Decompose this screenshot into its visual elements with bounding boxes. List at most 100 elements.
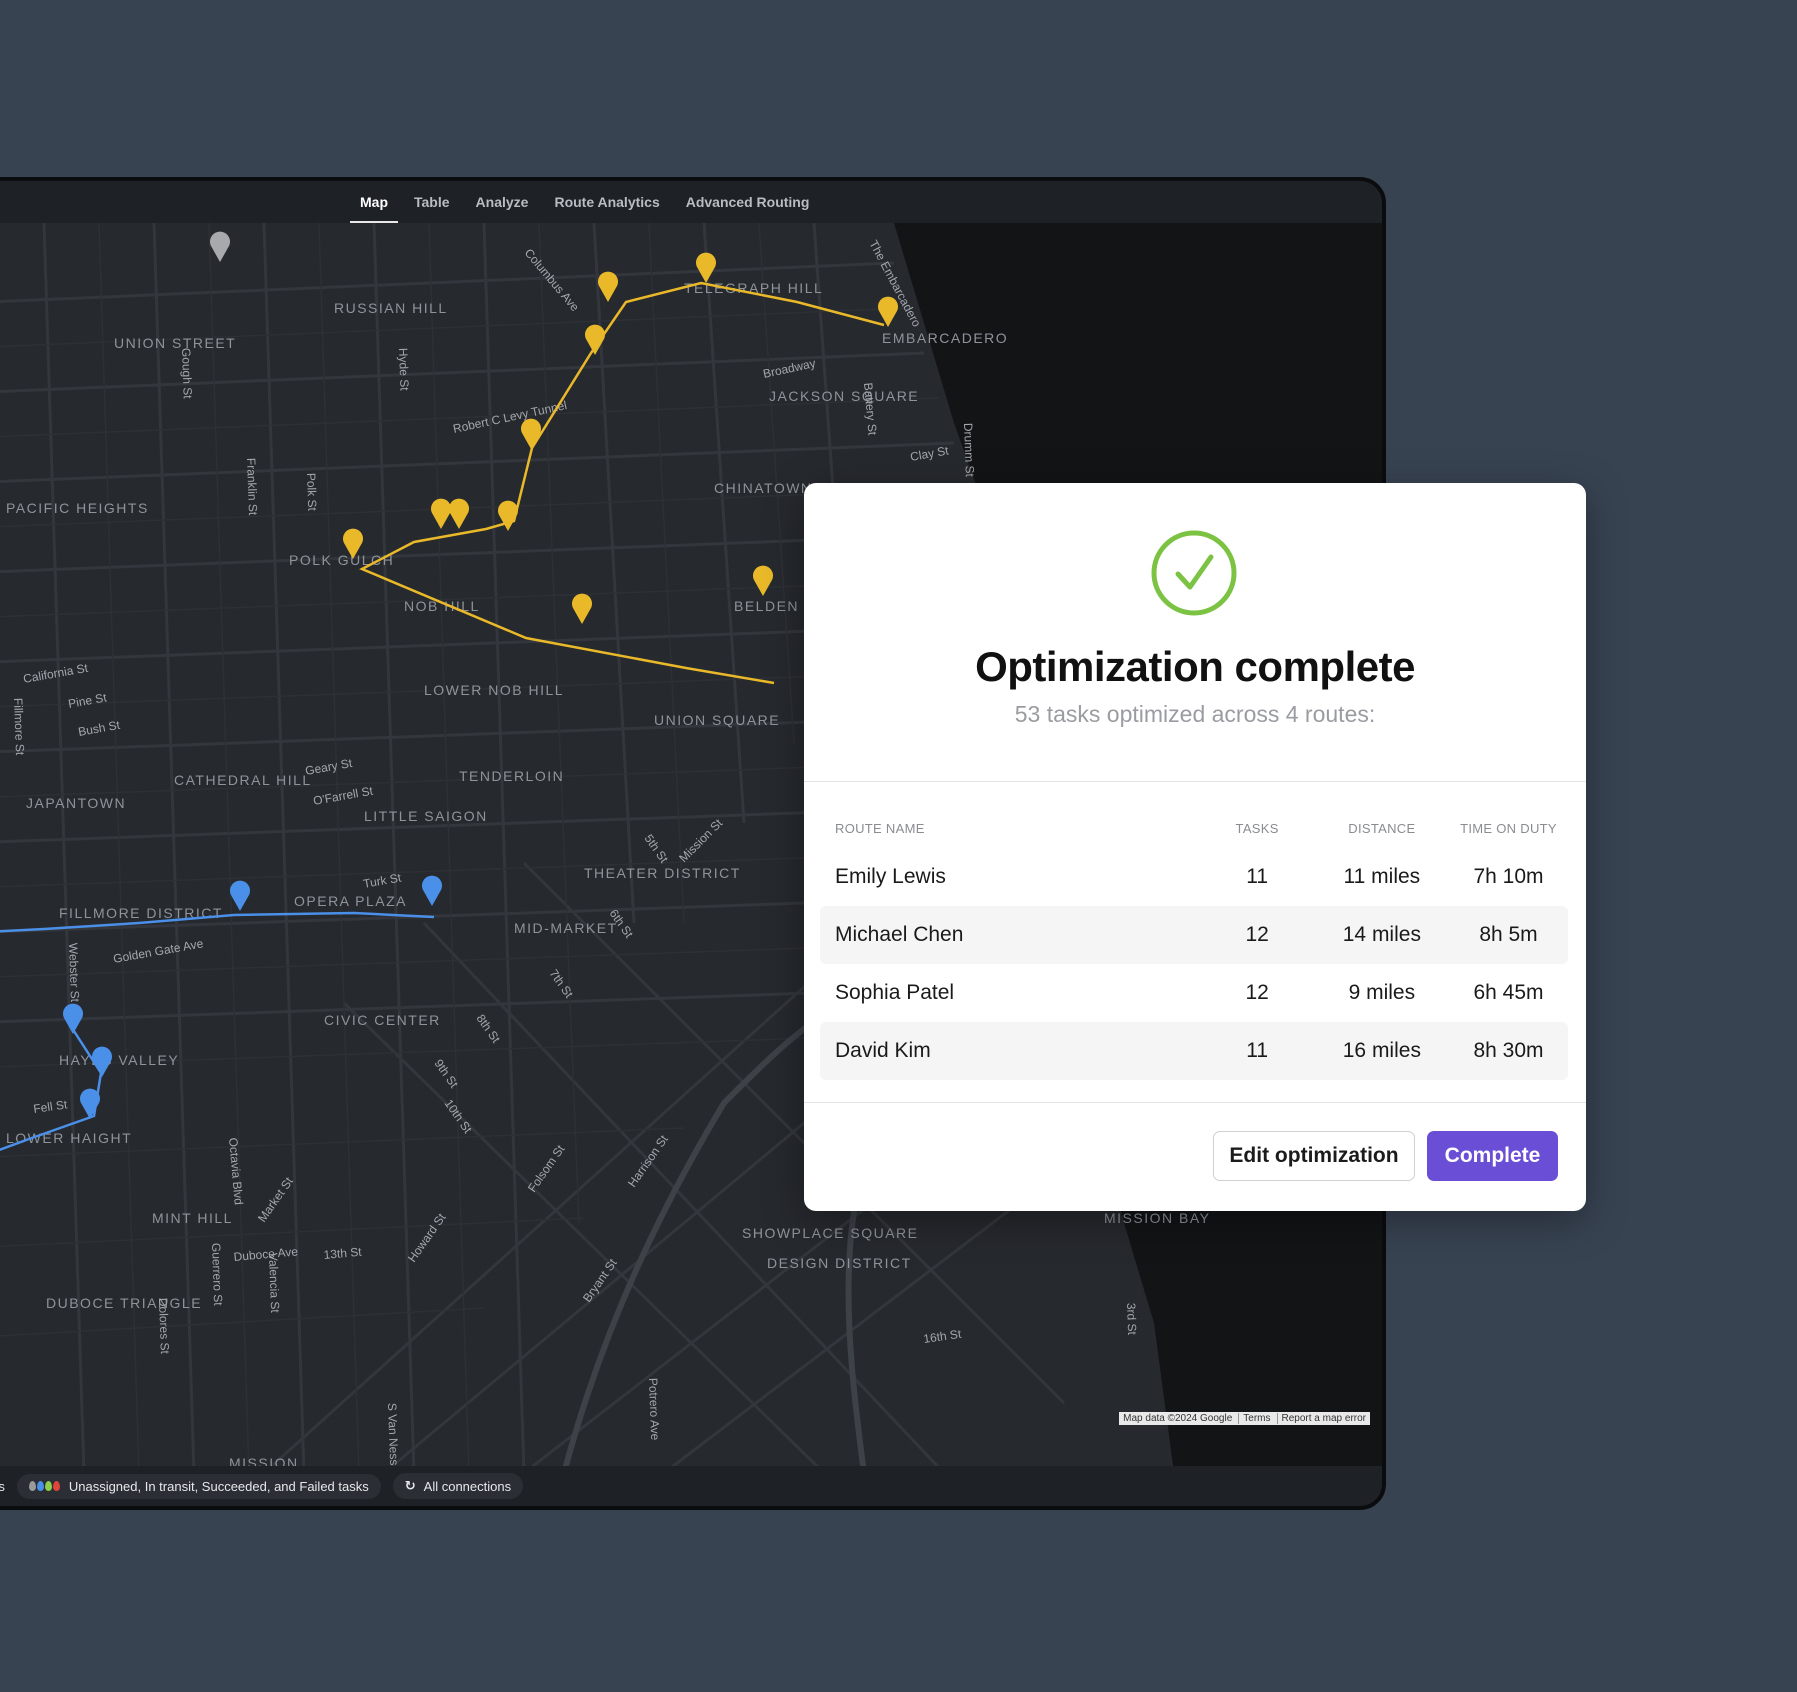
label-street: Geary St xyxy=(304,756,354,778)
label-street: 16th St xyxy=(922,1327,962,1346)
map-pin[interactable] xyxy=(696,252,716,283)
label-lower-haight: LOWER HAIGHT xyxy=(6,1130,132,1146)
map-attribution: Map data ©2024 Google Terms Report a map… xyxy=(1119,1412,1370,1425)
table-row[interactable]: Sophia Patel 12 9 miles 6h 45m xyxy=(820,964,1568,1022)
label-street: Dolores St xyxy=(156,1298,172,1355)
header-time-on-duty: TIME ON DUTY xyxy=(1460,820,1557,836)
tab-map[interactable]: Map xyxy=(350,181,398,223)
route-name: Sophia Patel xyxy=(835,981,955,1004)
label-street: S Van Ness xyxy=(385,1403,401,1466)
label-cathedral-hill: CATHEDRAL HILL xyxy=(174,772,312,788)
map-pin[interactable] xyxy=(449,498,469,529)
label-street: Fillmore St xyxy=(11,698,27,756)
map-pin[interactable] xyxy=(63,1003,83,1034)
label-tenderloin: TENDERLOIN xyxy=(459,768,564,784)
label-theater-district: THEATER DISTRICT xyxy=(584,865,741,881)
route-time: 7h 10m xyxy=(1473,865,1544,888)
modal-header: Optimization complete 53 tasks optimized… xyxy=(804,483,1586,782)
tab-route-analytics[interactable]: Route Analytics xyxy=(554,181,659,223)
label-embarcadero: EMBARCADERO xyxy=(882,330,1008,346)
map-pin[interactable] xyxy=(92,1046,112,1077)
map-pin[interactable] xyxy=(598,271,618,302)
label-street: 13th St xyxy=(323,1245,363,1262)
connections-label: All connections xyxy=(423,1478,512,1494)
label-street: Valencia St xyxy=(266,1253,282,1314)
map-pin[interactable] xyxy=(210,231,230,262)
modal-footer: Edit optimization Complete xyxy=(804,1102,1586,1211)
label-street: California St xyxy=(22,661,89,686)
modal-subtitle: 53 tasks optimized across 4 routes: xyxy=(1014,701,1376,727)
connections-chip[interactable]: ↻ All connections xyxy=(392,1473,524,1499)
label-pacific-heights: PACIFIC HEIGHTS xyxy=(6,500,149,516)
route-tasks: 11 xyxy=(1246,865,1269,888)
label-street: O'Farrell St xyxy=(312,784,374,808)
label-opera-plaza: OPERA PLAZA xyxy=(294,893,407,909)
edit-optimization-button[interactable]: Edit optimization xyxy=(1213,1131,1415,1181)
label-nob-hill: NOB HILL xyxy=(404,598,480,614)
label-design-district: DESIGN DISTRICT xyxy=(767,1255,912,1271)
map-pin[interactable] xyxy=(753,565,773,596)
route-distance: 14 miles xyxy=(1342,923,1421,946)
modal-title: Optimization complete xyxy=(975,643,1415,690)
label-mid-market: MID-MARKET xyxy=(514,920,618,936)
label-hayes-valley: HAYES VALLEY xyxy=(59,1052,179,1068)
optimization-modal: Optimization complete 53 tasks optimized… xyxy=(804,483,1586,1211)
label-street: Hyde St xyxy=(396,348,412,392)
label-street: Folsom St xyxy=(525,1142,568,1195)
label-street: Polk St xyxy=(304,473,319,512)
table-row[interactable]: Emily Lewis 11 11 miles 7h 10m xyxy=(820,848,1568,906)
map-pin[interactable] xyxy=(79,1088,100,1119)
label-street: Clay St xyxy=(909,443,950,464)
label-russian-hill: RUSSIAN HILL xyxy=(334,300,448,316)
map-pin[interactable] xyxy=(572,593,592,624)
label-lower-nob-hill: LOWER NOB HILL xyxy=(424,682,564,698)
view-tabs: Map Table Analyze Route Analytics Advanc… xyxy=(0,181,1382,223)
status-bar: rs Unassigned, In transit, Succeeded, an… xyxy=(0,1466,1382,1506)
label-street: 7th St xyxy=(547,967,577,1001)
label-street: Market St xyxy=(255,1174,296,1225)
route-tasks: 12 xyxy=(1245,981,1269,1004)
attrib-terms[interactable]: Terms xyxy=(1238,1413,1271,1424)
legend-chip[interactable]: Unassigned, In transit, Succeeded, and F… xyxy=(16,1473,381,1499)
tab-advanced-routing[interactable]: Advanced Routing xyxy=(686,181,810,223)
map-pin[interactable] xyxy=(878,296,899,327)
label-street: 5th St xyxy=(642,832,672,866)
label-street: Golden Gate Ave xyxy=(112,936,205,966)
label-little-saigon: LITTLE SAIGON xyxy=(364,808,488,824)
map-pin[interactable] xyxy=(230,880,250,911)
label-duboce-triangle: DUBOCE TRIANGLE xyxy=(46,1295,202,1311)
route-distance: 9 miles xyxy=(1348,981,1416,1004)
map-pin[interactable] xyxy=(498,500,518,531)
label-street: Mission St xyxy=(676,816,726,866)
tab-analyze[interactable]: Analyze xyxy=(476,181,529,223)
label-showplace-square: SHOWPLACE SQUARE xyxy=(742,1225,918,1241)
route-tasks: 11 xyxy=(1246,1039,1269,1062)
route-time: 6h 45m xyxy=(1473,981,1544,1004)
route-time: 8h 30m xyxy=(1473,1039,1544,1062)
route-name: David Kim xyxy=(835,1039,931,1062)
label-street: Guerrero St xyxy=(209,1243,225,1307)
table-row[interactable]: Michael Chen 12 14 miles 8h 5m xyxy=(820,906,1568,964)
label-union-street: UNION STREET xyxy=(114,335,236,351)
map-pin[interactable] xyxy=(521,418,541,449)
route-name: Emily Lewis xyxy=(835,865,946,888)
route-distance: 16 miles xyxy=(1342,1039,1421,1062)
map-pin[interactable] xyxy=(431,498,451,529)
label-street: Fell St xyxy=(32,1097,68,1116)
attrib-map-data: Map data ©2024 Google xyxy=(1123,1413,1233,1424)
complete-button[interactable]: Complete xyxy=(1427,1131,1558,1181)
table-row[interactable]: David Kim 11 16 miles 8h 30m xyxy=(820,1022,1568,1080)
label-chinatown: CHINATOWN xyxy=(714,480,813,496)
attrib-report[interactable]: Report a map error xyxy=(1276,1413,1366,1424)
label-street: Webster St xyxy=(66,943,82,1003)
tab-table[interactable]: Table xyxy=(414,181,450,223)
route-time: 8h 5m xyxy=(1479,923,1538,946)
connections-icon: ↻ xyxy=(404,1478,416,1493)
success-check-icon xyxy=(1151,530,1237,616)
label-street: 3rd St xyxy=(1124,1303,1139,1336)
legend-label: Unassigned, In transit, Succeeded, and F… xyxy=(68,1478,369,1494)
label-japantown: JAPANTOWN xyxy=(26,795,126,811)
routes-table: ROUTE NAME TASKS DISTANCE TIME ON DUTY E… xyxy=(820,808,1568,1080)
map-pin[interactable] xyxy=(422,875,442,906)
header-distance: DISTANCE xyxy=(1348,820,1416,836)
